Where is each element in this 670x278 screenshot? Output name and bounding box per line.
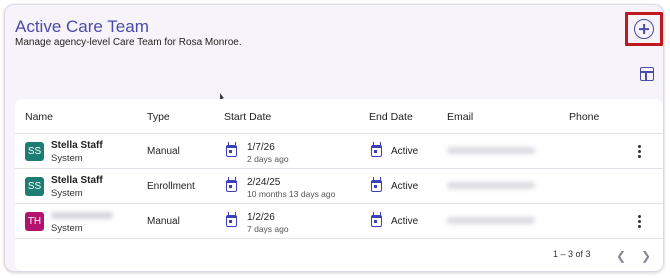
member-type: Enrollment [147,181,195,192]
calendar-icon [226,177,237,192]
table-columns-icon[interactable] [640,67,654,81]
member-name: Stella Staff [51,140,103,151]
table-row[interactable]: SS Stella Staff System Manual 1/7/26 2 d… [15,133,663,168]
page-title: Active Care Team [15,17,149,36]
end-date: Active [391,181,419,192]
calendar-icon [371,177,382,192]
start-date: 1/2/26 [247,212,275,223]
calendar-icon [371,212,382,227]
member-source: System [51,153,83,164]
calendar-icon [226,212,237,227]
care-team-card: Active Care Team Manage agency-level Car… [4,4,664,272]
member-source: System [51,223,83,234]
member-source: System [51,188,83,199]
page-subtitle: Manage agency-level Care Team for Rosa M… [15,37,242,48]
email-redacted [447,182,535,189]
table-row[interactable]: TH System Manual 1/2/26 7 days ago Activ… [15,203,663,238]
start-date: 1/7/26 [247,142,275,153]
column-header-email[interactable]: Email [447,111,473,123]
add-button-highlight [625,12,663,46]
start-date-relative: 7 days ago [247,224,289,234]
column-header-name[interactable]: Name [25,111,53,123]
table-divider [15,238,663,239]
avatar: SS [25,142,44,161]
start-date-relative: 2 days ago [247,154,289,164]
column-header-end-date[interactable]: End Date [369,111,413,123]
column-header-type[interactable]: Type [147,111,170,123]
start-date-relative: 10 months 13 days ago [247,189,336,199]
more-vert-icon[interactable] [638,215,642,229]
end-date: Active [391,146,419,157]
email-redacted [447,147,535,154]
column-header-phone[interactable]: Phone [569,111,599,123]
column-header-start-date[interactable]: Start Date [224,111,271,123]
end-date: Active [391,216,419,227]
member-name-redacted [51,212,113,219]
start-date: 2/24/25 [247,177,281,188]
pagination-range: 1 – 3 of 3 [553,249,591,259]
care-team-table: Name Type Start Date End Date Email Phon… [15,99,663,271]
member-type: Manual [147,146,180,157]
member-type: Manual [147,216,180,227]
avatar: TH [25,212,44,231]
add-circle-icon[interactable] [634,19,654,39]
email-redacted [447,217,535,224]
more-vert-icon[interactable] [638,145,642,159]
avatar: SS [25,177,44,196]
table-row[interactable]: SS Stella Staff System Enrollment 2/24/2… [15,168,663,203]
chevron-right-icon[interactable]: ❯ [641,250,651,262]
chevron-left-icon[interactable]: ❮ [616,250,626,262]
calendar-icon [226,142,237,157]
calendar-icon [371,142,382,157]
member-name: Stella Staff [51,175,103,186]
